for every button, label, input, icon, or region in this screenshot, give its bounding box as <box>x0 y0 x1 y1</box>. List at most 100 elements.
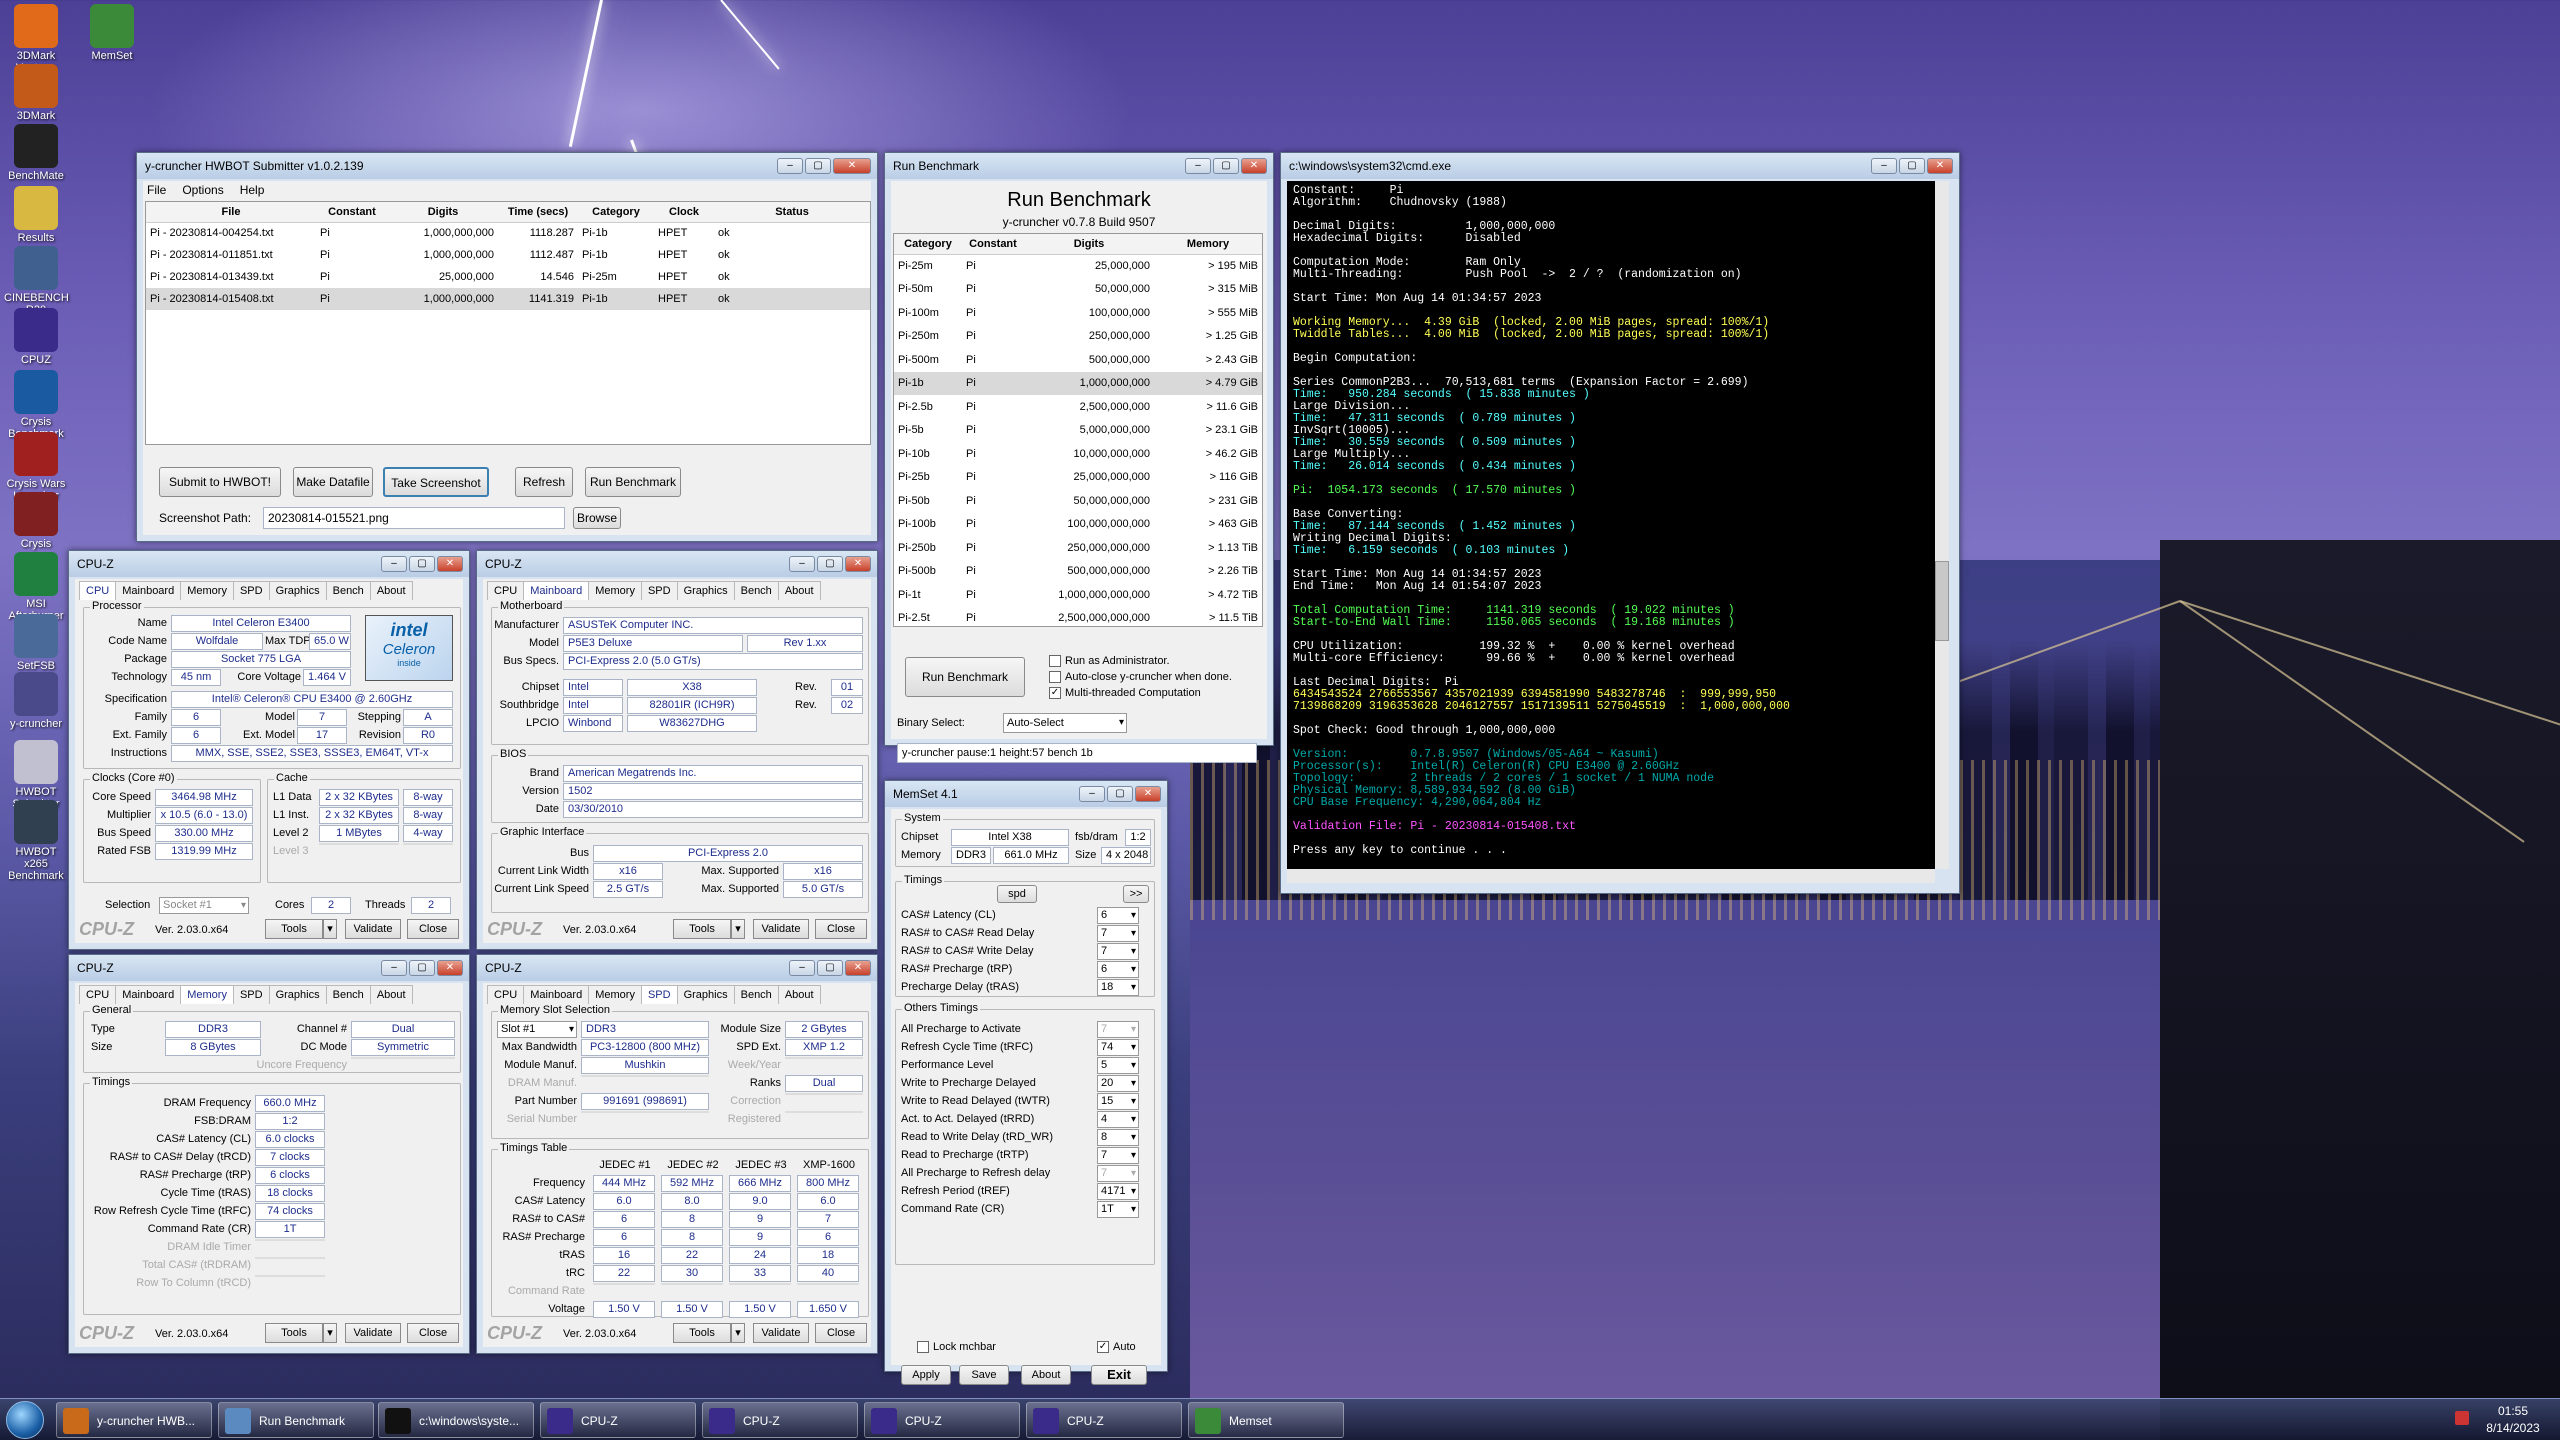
menu-options[interactable]: Options <box>182 183 223 197</box>
maximize-button[interactable]: ▢ <box>1107 786 1133 802</box>
tab-bench[interactable]: Bench <box>733 581 779 600</box>
list-item[interactable]: Pi-10b Pi 10,000,000,000 > 46.2 GiB <box>894 442 1262 466</box>
close-button[interactable]: ✕ <box>437 960 463 976</box>
col-header[interactable]: Memory <box>1154 234 1262 254</box>
run-as-admin-checkbox[interactable]: Run as Administrator. <box>1049 655 1170 668</box>
timing-select[interactable]: 7 <box>1097 1021 1139 1038</box>
list-item[interactable]: Pi-2.5b Pi 2,500,000,000 > 11.6 GiB <box>894 395 1262 419</box>
col-header[interactable]: Category <box>894 234 962 254</box>
tab-about[interactable]: About <box>777 581 821 600</box>
list-item[interactable]: Pi-25m Pi 25,000,000 > 195 MiB <box>894 254 1262 278</box>
refresh-button[interactable]: Refresh <box>515 467 573 497</box>
col-header[interactable]: Constant <box>316 202 388 222</box>
tools-button[interactable]: Tools <box>673 919 731 939</box>
tab-graphics[interactable]: Graphics <box>268 985 327 1004</box>
maximize-button[interactable]: ▢ <box>409 556 435 572</box>
run-benchmark-button[interactable]: Run Benchmark <box>905 657 1025 697</box>
binary-select-dropdown[interactable]: Auto-Select <box>1003 713 1127 733</box>
browse-button[interactable]: Browse <box>573 507 621 529</box>
console-output[interactable]: Constant: Pi Algorithm: Chudnovsky (1988)… <box>1287 181 1935 869</box>
close-button[interactable]: ✕ <box>1135 786 1161 802</box>
tab-mainboard[interactable]: Mainboard <box>115 985 182 1004</box>
auto-close-checkbox[interactable]: Auto-close y-cruncher when done. <box>1049 671 1232 684</box>
taskbar-item[interactable]: Run Benchmark <box>218 1402 374 1438</box>
col-header[interactable]: File <box>146 202 316 222</box>
tab-memory[interactable]: Memory <box>588 985 642 1004</box>
timing-select[interactable]: 5 <box>1097 1057 1139 1074</box>
taskbar-item[interactable]: CPU-Z <box>1026 1402 1182 1438</box>
timing-select[interactable]: 4 <box>1097 1111 1139 1128</box>
minimize-button[interactable]: ‒ <box>777 158 803 174</box>
list-item[interactable]: Pi-500m Pi 500,000,000 > 2.43 GiB <box>894 348 1262 372</box>
tab-bench[interactable]: Bench <box>325 985 371 1004</box>
clock[interactable]: 01:55 8/14/2023 <box>2478 1403 2548 1437</box>
taskbar-item[interactable]: CPU-Z <box>864 1402 1020 1438</box>
tab-mainboard[interactable]: Mainboard <box>523 985 590 1004</box>
table-row[interactable]: Pi - 20230814-015408.txt Pi 1,000,000,000 1… <box>146 288 870 310</box>
tab-about[interactable]: About <box>369 581 413 600</box>
desktop-icon[interactable]: MSI Afterburner <box>4 552 68 622</box>
tools-button[interactable]: Tools <box>265 919 323 939</box>
close-button[interactable]: ✕ <box>437 556 463 572</box>
close-button[interactable]: ✕ <box>845 556 871 572</box>
maximize-button[interactable]: ▢ <box>409 960 435 976</box>
taskbar-item[interactable]: CPU-Z <box>702 1402 858 1438</box>
maximize-button[interactable]: ▢ <box>805 158 831 174</box>
desktop-icon[interactable]: CINEBENCH R20 <box>4 246 69 316</box>
col-header[interactable]: Digits <box>1024 234 1154 254</box>
spd-button[interactable]: spd <box>997 885 1037 903</box>
timing-select[interactable]: 7 <box>1097 1165 1139 1182</box>
vertical-scrollbar[interactable] <box>1935 181 1949 869</box>
timing-select[interactable]: 20 <box>1097 1075 1139 1092</box>
list-item[interactable]: Pi-100b Pi 100,000,000,000 > 463 GiB <box>894 513 1262 537</box>
list-item[interactable]: Pi-250m Pi 250,000,000 > 1.25 GiB <box>894 325 1262 349</box>
tab-cpu[interactable]: CPU <box>487 985 525 1004</box>
tools-button[interactable]: Tools <box>673 1323 731 1343</box>
list-item[interactable]: Pi-5b Pi 5,000,000,000 > 23.1 GiB <box>894 419 1262 443</box>
list-item[interactable]: Pi-50m Pi 50,000,000 > 315 MiB <box>894 278 1262 302</box>
close-button[interactable]: Close <box>407 919 459 939</box>
desktop-icon[interactable]: Crysis Benchmark <box>4 370 68 440</box>
tab-bench[interactable]: Bench <box>325 581 371 600</box>
tab-memory[interactable]: Memory <box>180 581 234 600</box>
screenshot-path-input[interactable]: 20230814-015521.png <box>263 507 565 529</box>
list-item[interactable]: Pi-25b Pi 25,000,000,000 > 116 GiB <box>894 466 1262 490</box>
close-button[interactable]: Close <box>815 919 867 939</box>
lock-mchbar-checkbox[interactable]: Lock mchbar <box>917 1341 996 1354</box>
list-item[interactable]: Pi-2.5t Pi 2,500,000,000,000 > 11.5 TiB <box>894 607 1262 631</box>
desktop-icon[interactable]: BenchMate <box>4 124 68 182</box>
tab-graphics[interactable]: Graphics <box>676 985 735 1004</box>
col-header[interactable]: Status <box>714 202 870 222</box>
tools-dropdown-button[interactable]: ▾ <box>731 1323 745 1343</box>
timing-select[interactable]: 6 <box>1097 907 1139 924</box>
close-button[interactable]: ✕ <box>845 960 871 976</box>
about-button[interactable]: About <box>1021 1365 1071 1385</box>
col-header[interactable]: Category <box>578 202 654 222</box>
slot-select[interactable]: Slot #1 <box>497 1021 577 1038</box>
exit-button[interactable]: Exit <box>1091 1365 1147 1385</box>
make-datafile-button[interactable]: Make Datafile <box>293 467 373 497</box>
table-row[interactable]: Pi - 20230814-004254.txt Pi 1,000,000,000 1… <box>146 222 870 244</box>
table-row[interactable]: Pi - 20230814-013439.txt Pi 25,000,000 14.5… <box>146 266 870 288</box>
tools-dropdown-button[interactable]: ▾ <box>323 1323 337 1343</box>
minimize-button[interactable]: ‒ <box>1079 786 1105 802</box>
socket-select[interactable]: Socket #1 <box>159 897 249 914</box>
tab-memory[interactable]: Memory <box>180 985 234 1004</box>
tab-graphics[interactable]: Graphics <box>268 581 327 600</box>
validate-button[interactable]: Validate <box>753 919 809 939</box>
tab-spd[interactable]: SPD <box>232 985 270 1004</box>
close-button[interactable]: ✕ <box>833 158 871 174</box>
tab-about[interactable]: About <box>777 985 821 1004</box>
desktop-icon[interactable]: y-cruncher <box>4 672 68 730</box>
taskbar-item[interactable]: CPU-Z <box>540 1402 696 1438</box>
timing-select[interactable]: 6 <box>1097 961 1139 978</box>
taskbar-item[interactable]: Memset <box>1188 1402 1344 1438</box>
tab-cpu[interactable]: CPU <box>487 581 525 600</box>
validate-button[interactable]: Validate <box>753 1323 809 1343</box>
desktop-icon[interactable]: Results <box>4 186 68 244</box>
table-row[interactable]: Pi - 20230814-011851.txt Pi 1,000,000,000 1… <box>146 244 870 266</box>
validate-button[interactable]: Validate <box>345 919 401 939</box>
list-item[interactable]: Pi-1t Pi 1,000,000,000,000 > 4.72 TiB <box>894 583 1262 607</box>
tools-dropdown-button[interactable]: ▾ <box>323 919 337 939</box>
desktop-icon[interactable]: SetFSB <box>4 614 68 672</box>
